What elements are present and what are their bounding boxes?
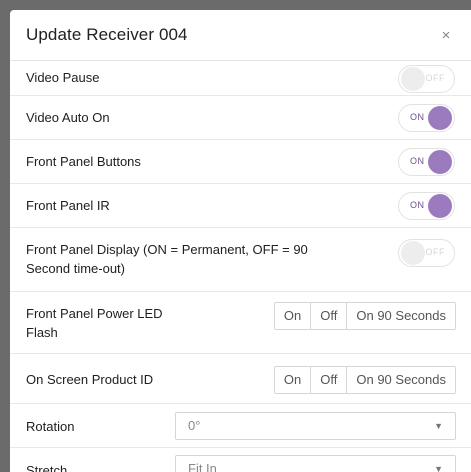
setting-label: Front Panel Display (ON = Permanent, OFF… (26, 240, 308, 278)
toggle-knob (401, 67, 425, 91)
setting-label-line: Front Panel Power LED (26, 306, 163, 321)
close-icon[interactable]: × (437, 26, 455, 44)
setting-label: Rotation (26, 419, 75, 434)
stretch-select[interactable]: Fit In ▼ (175, 455, 456, 472)
dialog-header: Update Receiver 004 × (10, 10, 471, 61)
setting-label-line: Second time-out) (26, 261, 125, 276)
update-receiver-dialog: Update Receiver 004 × Video Pause OFF Vi… (10, 10, 471, 472)
product-id-option-on-90-seconds[interactable]: On 90 Seconds (347, 367, 455, 393)
rotation-select[interactable]: 0° ▼ (175, 412, 456, 440)
video-pause-toggle[interactable]: OFF (398, 65, 455, 93)
setting-row-video-auto-on: Video Auto On ON (10, 96, 471, 140)
setting-label: Front Panel Buttons (26, 154, 141, 169)
power-led-option-off[interactable]: Off (311, 303, 348, 329)
front-panel-ir-toggle[interactable]: ON (398, 192, 455, 220)
power-led-option-on-90-seconds[interactable]: On 90 Seconds (347, 303, 455, 329)
toggle-state-text: OFF (425, 247, 445, 257)
front-panel-display-toggle[interactable]: OFF (398, 239, 455, 267)
toggle-knob (428, 150, 452, 174)
setting-label: Stretch (26, 463, 68, 472)
caret-down-icon: ▼ (434, 464, 443, 472)
setting-label: Front Panel Power LED Flash (26, 304, 163, 342)
setting-label-line: Front Panel Display (ON = Permanent, OFF… (26, 242, 308, 257)
toggle-knob (428, 194, 452, 218)
rotation-selected-value: 0° (188, 418, 201, 433)
setting-label: Video Auto On (26, 110, 110, 125)
setting-label: On Screen Product ID (26, 372, 154, 387)
front-panel-buttons-toggle[interactable]: ON (398, 148, 455, 176)
setting-row-front-panel-buttons: Front Panel Buttons ON (10, 140, 471, 184)
stretch-selected-value: Fit In (188, 461, 217, 472)
product-id-segmented: On Off On 90 Seconds (273, 366, 456, 394)
setting-row-rotation: Rotation 0° ▼ (10, 404, 471, 448)
setting-row-on-screen-product-id: On Screen Product ID On Off On 90 Second… (10, 354, 471, 404)
caret-down-icon: ▼ (434, 421, 443, 431)
toggle-knob (401, 241, 425, 265)
toggle-state-text: ON (410, 112, 425, 122)
setting-row-front-panel-ir: Front Panel IR ON (10, 184, 471, 228)
setting-row-video-pause: Video Pause OFF (10, 61, 471, 96)
setting-row-stretch: Stretch Fit In ▼ (10, 448, 471, 472)
setting-label-line: Flash (26, 325, 58, 340)
toggle-state-text: ON (410, 156, 425, 166)
product-id-option-off[interactable]: Off (311, 367, 348, 393)
setting-row-front-panel-display: Front Panel Display (ON = Permanent, OFF… (10, 228, 471, 292)
toggle-knob (428, 106, 452, 130)
toggle-state-text: OFF (425, 73, 445, 83)
dialog-title: Update Receiver 004 (26, 25, 188, 44)
video-auto-on-toggle[interactable]: ON (398, 104, 455, 132)
toggle-state-text: ON (410, 200, 425, 210)
setting-row-power-led-flash: Front Panel Power LED Flash On Off On 90… (10, 292, 471, 354)
product-id-option-on[interactable]: On (274, 367, 312, 393)
setting-label: Video Pause (26, 70, 100, 85)
setting-label: Front Panel IR (26, 198, 110, 213)
power-led-flash-segmented: On Off On 90 Seconds (273, 302, 456, 330)
power-led-option-on[interactable]: On (274, 303, 312, 329)
